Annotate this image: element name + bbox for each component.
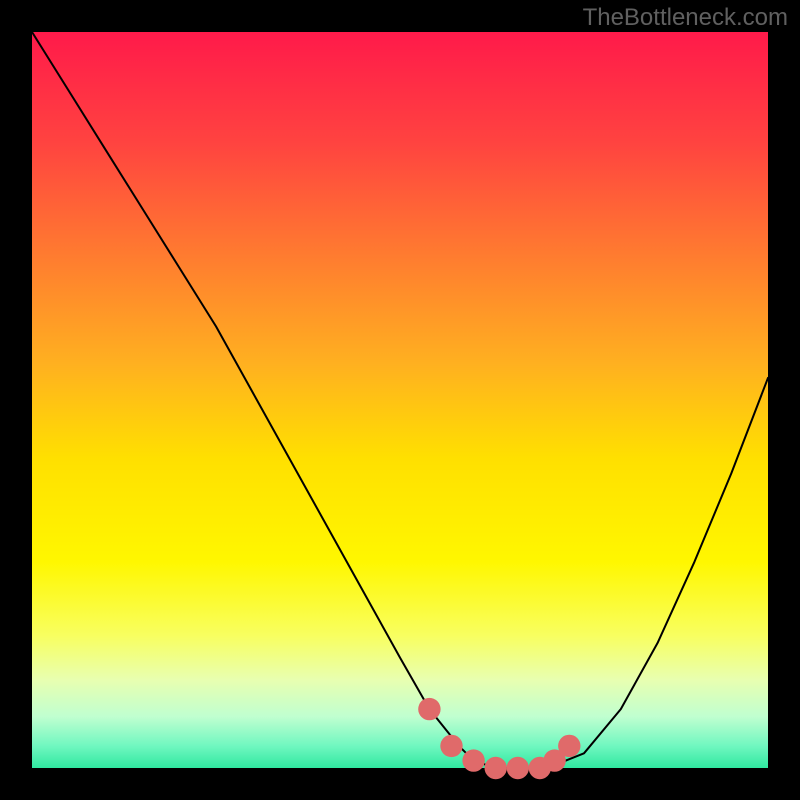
- sweet-spot-dot: [558, 735, 580, 757]
- sweet-spot-dot: [462, 749, 484, 771]
- sweet-spot-dot: [485, 757, 507, 779]
- watermark-text: TheBottleneck.com: [583, 4, 788, 32]
- chart-svg: [0, 0, 800, 800]
- sweet-spot-dot: [418, 698, 440, 720]
- chart-container: TheBottleneck.com: [0, 0, 800, 800]
- sweet-spot-dot: [507, 757, 529, 779]
- sweet-spot-dot: [440, 735, 462, 757]
